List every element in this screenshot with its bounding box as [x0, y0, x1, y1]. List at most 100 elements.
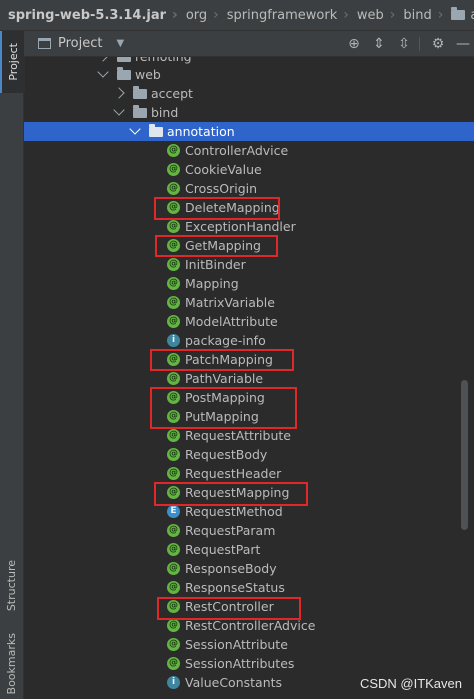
tree-label: package-info [185, 333, 266, 348]
breadcrumb-separator: › [389, 7, 396, 23]
tree-folder-bind[interactable]: bind [24, 103, 474, 122]
annotation-icon: @ [167, 220, 180, 233]
chevron-down-icon[interactable] [97, 66, 109, 78]
breadcrumb-label: web [356, 7, 384, 23]
tree-item[interactable]: @ ControllerAdvice [24, 141, 474, 160]
breadcrumb-label: annotation [470, 8, 474, 23]
annotation-icon: @ [167, 581, 180, 594]
tab-bookmarks-label: Bookmarks [5, 633, 18, 695]
breadcrumb-web[interactable]: web › [355, 7, 402, 23]
tab-project[interactable]: Project [0, 31, 25, 93]
tree-label: RequestHeader [185, 466, 282, 481]
toolbar-divider [419, 36, 420, 51]
chevron-right-icon[interactable] [113, 87, 125, 99]
panel-toolbar: ⊕ ⇕ ⇳ ⚙ — [340, 31, 474, 56]
enum-icon: E [167, 505, 180, 518]
breadcrumb-bind[interactable]: bind › [401, 7, 449, 23]
breadcrumb-annotation[interactable]: annotation [449, 7, 474, 23]
tree-item[interactable]: @ SessionAttribute [24, 635, 474, 654]
info-icon: i [167, 334, 180, 347]
tree-label: CookieValue [185, 162, 262, 177]
tree-item[interactable]: @ ResponseStatus [24, 578, 474, 597]
vertical-scrollbar[interactable] [461, 380, 468, 530]
breadcrumb-springframework[interactable]: springframework › [225, 7, 355, 23]
breadcrumb-jar[interactable]: spring-web-5.3.14.jar › [0, 7, 184, 23]
tree-item[interactable]: @ RequestPart [24, 540, 474, 559]
chevron-right-icon[interactable] [97, 57, 109, 62]
tree-item[interactable]: @ ModelAttribute [24, 312, 474, 331]
annotation-icon: @ [167, 258, 180, 271]
folder-icon [149, 124, 163, 137]
tree-label: RequestPart [185, 542, 261, 557]
breadcrumb-label: springframework [226, 7, 338, 23]
tree-label: Mapping [185, 276, 239, 291]
annotation-icon: @ [167, 467, 180, 480]
project-window-icon [38, 38, 51, 49]
tree-label: ValueConstants [185, 675, 283, 690]
chevron-down-icon[interactable] [129, 123, 141, 135]
tree-label: bind [151, 105, 179, 120]
highlight-box-restcontroller [157, 597, 301, 620]
locate-icon[interactable]: ⊕ [343, 36, 365, 52]
breadcrumb-org[interactable]: org › [184, 7, 225, 23]
tab-structure[interactable]: Structure [0, 546, 23, 626]
chevron-down-icon[interactable] [113, 104, 125, 116]
folder-icon [451, 7, 466, 20]
highlight-box-getmapping [155, 235, 278, 257]
annotation-icon: @ [167, 429, 180, 442]
tree-label: SessionAttribute [185, 637, 288, 652]
tree-label: SessionAttributes [185, 656, 295, 671]
tree-item[interactable]: @ RequestBody [24, 445, 474, 464]
tree-item[interactable]: @ CrossOrigin [24, 179, 474, 198]
breadcrumb-label: bind [403, 7, 432, 23]
tree-folder-accept[interactable]: accept [24, 84, 474, 103]
annotation-icon: @ [167, 144, 180, 157]
annotation-icon: @ [167, 638, 180, 651]
breadcrumb: spring-web-5.3.14.jar › org › springfram… [0, 0, 474, 31]
collapse-all-icon[interactable]: ⇳ [393, 36, 415, 52]
annotation-icon: @ [167, 657, 180, 670]
tree-item[interactable]: @ RequestHeader [24, 464, 474, 483]
tree-label: ResponseStatus [185, 580, 285, 595]
breadcrumb-label: org [185, 7, 208, 23]
tree-folder-annotation[interactable]: annotation [24, 122, 474, 141]
tool-window-strip: Project Structure Bookmarks [0, 31, 25, 699]
project-panel-header: Project ▼ ⊕ ⇕ ⇳ ⚙ — [24, 31, 474, 57]
annotation-icon: @ [167, 315, 180, 328]
tab-bookmarks[interactable]: Bookmarks [0, 629, 23, 699]
annotation-icon: @ [167, 163, 180, 176]
tree-item[interactable]: @ CookieValue [24, 160, 474, 179]
breadcrumb-separator: › [172, 7, 178, 23]
project-view-selector[interactable]: Project [58, 36, 102, 51]
annotation-icon: @ [167, 448, 180, 461]
tree-folder-web[interactable]: web [24, 65, 474, 84]
info-icon: i [167, 676, 180, 689]
tree-item[interactable]: @ InitBinder [24, 255, 474, 274]
breadcrumb-separator: › [343, 7, 349, 23]
annotation-icon: @ [167, 543, 180, 556]
folder-icon [117, 57, 131, 62]
tree-item[interactable]: @ MatrixVariable [24, 293, 474, 312]
tree-label: ModelAttribute [185, 314, 278, 329]
tree-item[interactable]: i package-info [24, 331, 474, 350]
breadcrumb-label: spring-web-5.3.14.jar [8, 7, 167, 23]
hide-icon[interactable]: — [452, 36, 474, 52]
settings-icon[interactable]: ⚙ [427, 36, 449, 52]
tree-label: accept [151, 86, 193, 101]
expand-all-icon[interactable]: ⇕ [368, 36, 390, 52]
tree-label: annotation [167, 124, 235, 139]
tree-item[interactable]: @ SessionAttributes [24, 654, 474, 673]
folder-icon [133, 105, 147, 118]
folder-icon [133, 86, 147, 99]
annotation-icon: @ [167, 619, 180, 632]
chevron-down-icon[interactable]: ▼ [116, 38, 124, 49]
tree-item[interactable]: @ RequestParam [24, 521, 474, 540]
annotation-icon: @ [167, 296, 180, 309]
tree-label: MatrixVariable [185, 295, 275, 310]
tree-item[interactable]: @ Mapping [24, 274, 474, 293]
annotation-icon: @ [167, 562, 180, 575]
tree-item[interactable]: @ ResponseBody [24, 559, 474, 578]
highlight-box-deletemapping [154, 197, 280, 220]
annotation-icon: @ [167, 182, 180, 195]
tree-item[interactable]: @ PathVariable [24, 369, 474, 388]
